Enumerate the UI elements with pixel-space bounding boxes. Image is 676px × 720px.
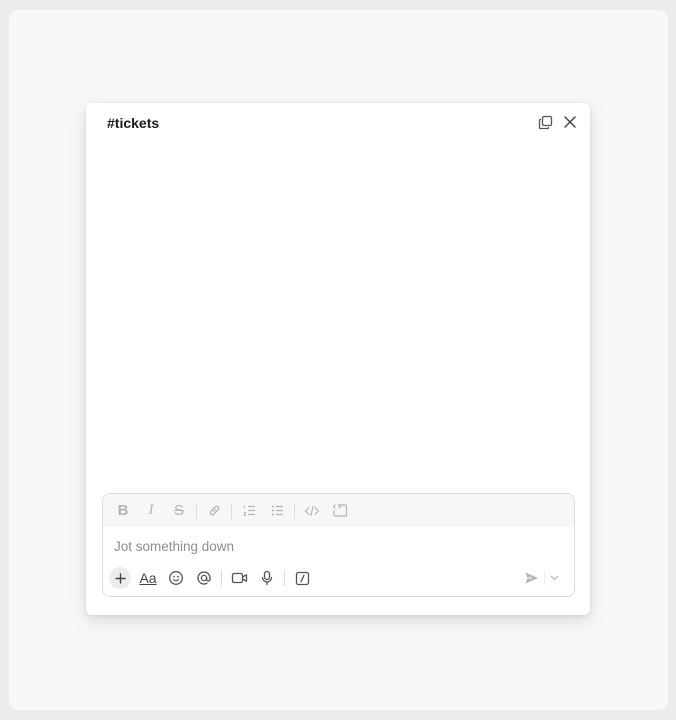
popout-button[interactable] bbox=[536, 113, 554, 131]
mention-icon bbox=[196, 570, 212, 586]
code-block-button[interactable] bbox=[326, 499, 354, 523]
channel-title: #tickets bbox=[107, 115, 160, 131]
toolbar-divider bbox=[231, 502, 232, 519]
italic-button[interactable]: I bbox=[137, 499, 165, 523]
formatting-toggle-button[interactable]: Aa bbox=[134, 566, 162, 590]
send-button[interactable] bbox=[518, 566, 544, 590]
video-icon bbox=[231, 571, 248, 585]
strikethrough-icon: S bbox=[173, 502, 184, 519]
attach-button[interactable] bbox=[109, 567, 131, 589]
message-input[interactable] bbox=[114, 539, 554, 554]
link-icon bbox=[207, 503, 222, 518]
link-button[interactable] bbox=[200, 499, 228, 523]
code-icon bbox=[304, 504, 320, 518]
chevron-down-icon bbox=[550, 575, 559, 581]
message-composer: B I S Jot something down Aa bbox=[102, 493, 575, 597]
slash-command-button[interactable] bbox=[288, 566, 316, 590]
video-button[interactable] bbox=[225, 566, 253, 590]
bullet-list-icon bbox=[270, 503, 285, 518]
code-block-icon bbox=[332, 503, 348, 518]
emoji-icon bbox=[168, 570, 184, 586]
slash-command-icon bbox=[295, 571, 310, 586]
popout-icon bbox=[538, 115, 553, 130]
toolbar-divider bbox=[294, 502, 295, 519]
composer-actions: Aa bbox=[109, 566, 569, 590]
bold-icon: B bbox=[117, 502, 129, 519]
toolbar-divider bbox=[196, 502, 197, 519]
bullet-list-button[interactable] bbox=[263, 499, 291, 523]
code-button[interactable] bbox=[298, 499, 326, 523]
italic-icon: I bbox=[148, 502, 154, 518]
actions-divider bbox=[284, 570, 285, 586]
ordered-list-icon bbox=[242, 503, 257, 518]
channel-window: #tickets B I S Jot something down Aa bbox=[86, 103, 590, 615]
send-icon bbox=[524, 571, 539, 585]
close-icon bbox=[563, 115, 577, 129]
window-header: #tickets bbox=[86, 103, 590, 143]
plus-icon bbox=[114, 572, 126, 584]
schedule-send-button[interactable] bbox=[545, 566, 563, 590]
formatting-toolbar: B I S bbox=[103, 494, 574, 527]
microphone-icon bbox=[260, 570, 274, 586]
emoji-button[interactable] bbox=[162, 566, 190, 590]
close-button[interactable] bbox=[561, 113, 579, 131]
send-controls bbox=[518, 566, 563, 590]
actions-divider bbox=[221, 570, 222, 586]
strikethrough-button[interactable]: S bbox=[165, 499, 193, 523]
bold-button[interactable]: B bbox=[109, 499, 137, 523]
formatting-toggle-label: Aa bbox=[139, 570, 157, 586]
mention-button[interactable] bbox=[190, 566, 218, 590]
ordered-list-button[interactable] bbox=[235, 499, 263, 523]
audio-button[interactable] bbox=[253, 566, 281, 590]
